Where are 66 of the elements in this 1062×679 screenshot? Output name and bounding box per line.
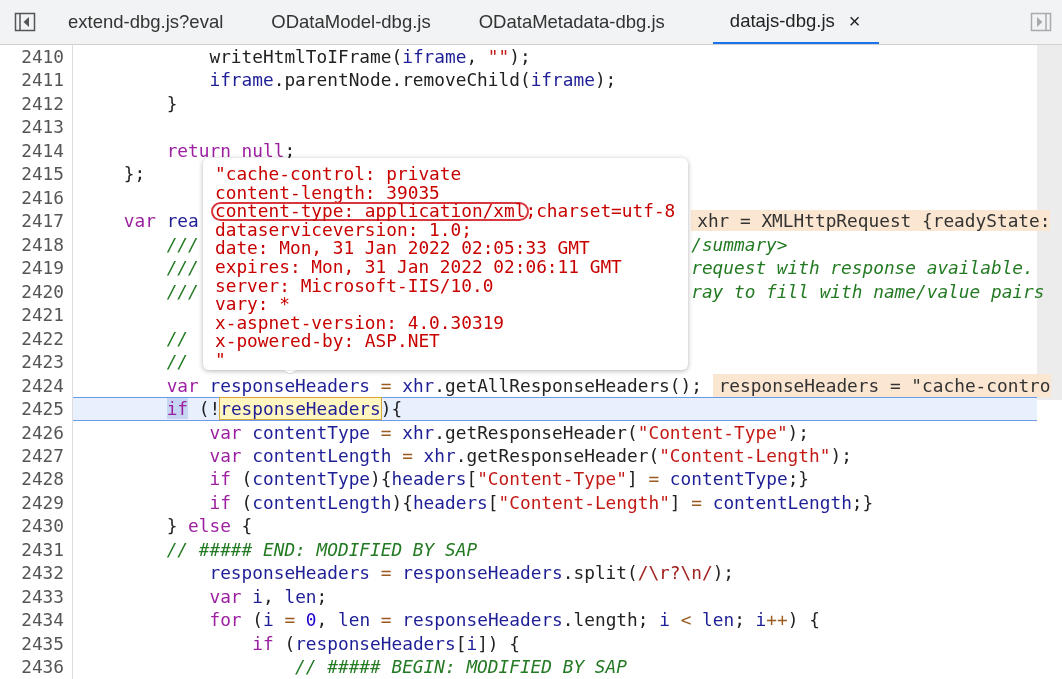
code-text: }; bbox=[122, 162, 146, 186]
close-button[interactable]: × bbox=[846, 9, 863, 33]
sidebar-toggle-icon[interactable] bbox=[14, 11, 36, 33]
code-text: if (responseHeaders[i]) { bbox=[251, 631, 520, 656]
code-text: iframe.parentNode.removeChild(iframe); bbox=[208, 68, 617, 92]
line-number: 2436 bbox=[21, 656, 64, 678]
tooltip-text: vary: * bbox=[215, 293, 290, 315]
line-number: 2431 bbox=[21, 538, 64, 560]
code-text: writeHtmlToIFrame(iframe, ""); bbox=[208, 45, 531, 69]
inline-value: responseHeaders = "cache-contro bbox=[712, 373, 1051, 398]
code-text: } else { bbox=[165, 514, 253, 538]
line-number: 2423 bbox=[21, 351, 64, 373]
line-number: 2425 bbox=[21, 398, 64, 420]
line-number: 2432 bbox=[21, 562, 64, 584]
code-text: // bbox=[165, 326, 189, 351]
line-number: 2421 bbox=[21, 304, 64, 326]
code-text: } bbox=[165, 91, 178, 116]
code-text: /// bbox=[165, 233, 199, 255]
line-number: 2426 bbox=[21, 421, 64, 443]
tooltip-text: "cache-control: private bbox=[215, 163, 462, 184]
line-number: 2433 bbox=[21, 585, 64, 607]
circled-text: content-type: application/xml bbox=[211, 202, 530, 221]
code-text: responseHeaders = responseHeaders.split(/\r?\n/); bbox=[208, 561, 735, 585]
code-text: // bbox=[165, 350, 189, 374]
line-number: 2412 bbox=[21, 92, 64, 114]
code-text: ray to fill with name/value pairs bbox=[691, 280, 1045, 302]
file-tab[interactable]: ODataModel-dbg.js bbox=[247, 0, 455, 44]
line-number: 2415 bbox=[21, 163, 64, 185]
line-number: 2413 bbox=[21, 116, 64, 138]
code-text: if (contentLength){headers["Content-Length"] = contentLength;} bbox=[208, 490, 874, 515]
code-text: var responseHeaders = xhr.getAllResponseHeaders(); bbox=[165, 373, 702, 398]
code-text: request with response available. bbox=[691, 257, 1034, 279]
code-text: /summary> bbox=[691, 233, 788, 255]
code-text: if (contentType){headers["Content-Type"] = contentType;} bbox=[208, 467, 810, 491]
code-text: var rea bbox=[122, 210, 199, 232]
tooltip-text: " bbox=[215, 348, 226, 370]
code-text: var contentLength = xhr.getResponseHeader("Content-Length"); bbox=[208, 443, 852, 468]
inline-value: xhr = XMLHttpRequest {readyState: bbox=[691, 210, 1051, 232]
line-number: 2418 bbox=[21, 233, 64, 255]
line-number: 2411 bbox=[21, 69, 64, 91]
code-text: // ##### BEGIN: MODIFIED BY SAP bbox=[294, 655, 627, 679]
file-tab[interactable]: ODataMetadata-dbg.js bbox=[454, 0, 689, 44]
line-number: 2416 bbox=[21, 186, 64, 208]
file-tab[interactable]: extend-dbg.js?eval bbox=[44, 0, 248, 44]
line-number: 2435 bbox=[21, 632, 64, 654]
line-number: 2414 bbox=[21, 139, 64, 161]
line-number: 2434 bbox=[21, 609, 64, 631]
line-number: 2422 bbox=[21, 327, 64, 349]
sidebar-toggle-icon[interactable] bbox=[1030, 11, 1052, 33]
line-number: 2424 bbox=[21, 374, 64, 396]
code-text: /// bbox=[165, 257, 199, 279]
code-text: /// bbox=[165, 280, 199, 302]
line-number: 2417 bbox=[21, 210, 64, 232]
code-text: for (i = 0, len = responseHeaders.length; i < len; i++) { bbox=[208, 608, 820, 632]
line-number: 2429 bbox=[21, 491, 64, 513]
file-tab[interactable]: datajs-dbg.js × bbox=[712, 0, 880, 44]
line-number: 2427 bbox=[21, 444, 64, 466]
line-number: 2428 bbox=[21, 468, 64, 490]
line-number: 2430 bbox=[21, 515, 64, 537]
code-text: if (!responseHeaders){ bbox=[165, 398, 403, 420]
code-text: var contentType = xhr.getResponseHeader("Content-Type"); bbox=[208, 420, 809, 444]
line-number: 2420 bbox=[21, 280, 64, 302]
line-number: 2419 bbox=[21, 257, 64, 279]
code-text: // ##### END: MODIFIED BY SAP bbox=[165, 537, 478, 562]
line-number: 2410 bbox=[21, 46, 64, 67]
code-text: var i, len; bbox=[208, 584, 328, 609]
